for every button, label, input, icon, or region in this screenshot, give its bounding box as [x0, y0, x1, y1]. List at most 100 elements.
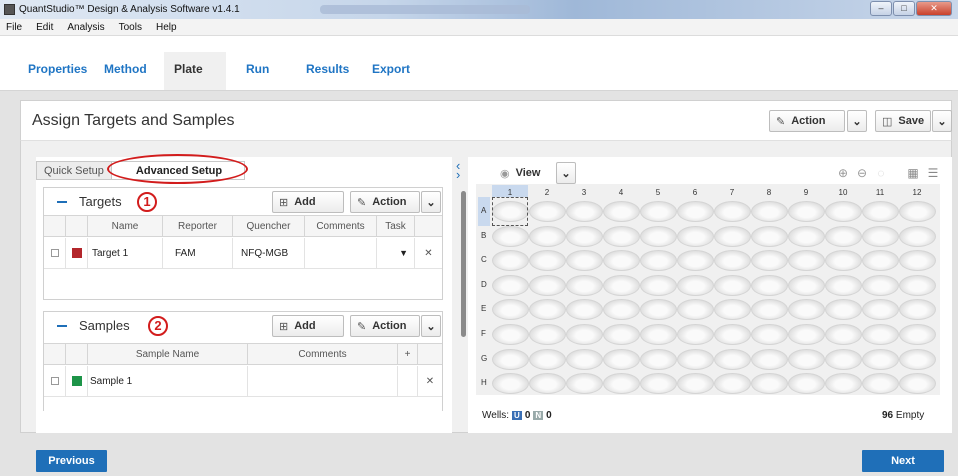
plate-row-header-D[interactable]: D [481, 280, 487, 289]
grid-view-icon[interactable]: ▦ [905, 165, 921, 181]
well-G2[interactable] [529, 348, 566, 370]
page-action-button[interactable]: ✎ Action [769, 110, 845, 132]
tab-export[interactable]: Export [372, 62, 410, 76]
well-D10[interactable] [825, 274, 862, 296]
plate-column-header-10[interactable]: 10 [825, 188, 861, 197]
well-D12[interactable] [899, 274, 936, 296]
tab-results[interactable]: Results [306, 62, 349, 76]
targets-action-button[interactable]: ✎ Action [350, 191, 420, 213]
well-D4[interactable] [603, 274, 640, 296]
well-F7[interactable] [714, 324, 751, 345]
table-row[interactable]: Target 1 FAM NFQ-MGB ▼ ✕ [44, 238, 442, 269]
well-D8[interactable] [751, 274, 788, 296]
well-A2[interactable] [529, 201, 566, 222]
well-F9[interactable] [788, 324, 825, 345]
menu-help[interactable]: Help [156, 22, 177, 33]
menu-edit[interactable]: Edit [36, 22, 53, 33]
well-G8[interactable] [751, 348, 788, 370]
plate-column-header-3[interactable]: 3 [566, 188, 602, 197]
task-dropdown[interactable]: ▼ [377, 238, 415, 268]
view-button[interactable]: ◉ View [494, 162, 554, 184]
well-G12[interactable] [899, 348, 936, 370]
well-D5[interactable] [640, 274, 677, 296]
well-B11[interactable] [862, 225, 899, 247]
scrollbar[interactable] [461, 191, 466, 337]
samples-action-dropdown[interactable]: ⌄ [421, 315, 441, 337]
well-B1[interactable] [492, 225, 529, 247]
plate-row-header-E[interactable]: E [481, 304, 486, 313]
delete-target-button[interactable]: ✕ [415, 238, 442, 268]
well-B4[interactable] [603, 225, 640, 247]
well-F1[interactable] [492, 324, 529, 345]
well-D7[interactable] [714, 274, 751, 296]
target-color-swatch[interactable] [71, 248, 82, 258]
target-comments-cell[interactable] [305, 238, 377, 268]
sample-comments-cell[interactable] [248, 366, 398, 396]
well-B6[interactable] [677, 225, 714, 247]
column-comments[interactable]: Comments [305, 216, 377, 236]
reset-zoom-icon[interactable]: ◌ [873, 165, 889, 181]
plate-column-header-12[interactable]: 12 [899, 188, 935, 197]
plate-column-header-6[interactable]: 6 [677, 188, 713, 197]
well-A6[interactable] [677, 201, 714, 222]
well-D2[interactable] [529, 274, 566, 296]
well-B5[interactable] [640, 225, 677, 247]
samples-action-button[interactable]: ✎ Action [350, 315, 420, 337]
well-G6[interactable] [677, 348, 714, 370]
well-G5[interactable] [640, 348, 677, 370]
column-sample-name[interactable]: Sample Name [88, 344, 248, 364]
well-A3[interactable] [566, 201, 603, 222]
well-A5[interactable] [640, 201, 677, 222]
well-F3[interactable] [566, 324, 603, 345]
column-comments[interactable]: Comments [248, 344, 398, 364]
plate-row-header-C[interactable]: C [481, 255, 487, 264]
targets-add-button[interactable]: ⊞ Add [272, 191, 344, 213]
samples-add-button[interactable]: ⊞ Add [272, 315, 344, 337]
collapse-icon[interactable] [57, 324, 67, 327]
well-A11[interactable] [862, 201, 899, 222]
targets-action-dropdown[interactable]: ⌄ [421, 191, 441, 213]
page-action-dropdown[interactable]: ⌄ [847, 110, 867, 132]
tab-properties[interactable]: Properties [28, 62, 87, 76]
zoom-out-icon[interactable]: ⊖ [854, 165, 870, 181]
well-B7[interactable] [714, 225, 751, 247]
plate-column-header-4[interactable]: 4 [603, 188, 639, 197]
list-view-icon[interactable]: ☰ [925, 165, 941, 181]
minimize-icon[interactable]: – [870, 1, 892, 16]
plate-row-header-H[interactable]: H [481, 378, 487, 387]
well-B3[interactable] [566, 225, 603, 247]
well-A9[interactable] [788, 201, 825, 222]
well-F10[interactable] [825, 324, 862, 345]
well-G4[interactable] [603, 348, 640, 370]
plate-row-header-G[interactable]: G [481, 354, 487, 363]
well-F4[interactable] [603, 324, 640, 345]
tab-quick-setup[interactable]: Quick Setup [36, 161, 112, 180]
well-D6[interactable] [677, 274, 714, 296]
well-F12[interactable] [899, 324, 936, 345]
sample-name-cell[interactable]: Sample 1 [88, 366, 248, 396]
well-G3[interactable] [566, 348, 603, 370]
tab-method[interactable]: Method [104, 62, 147, 76]
well-D3[interactable] [566, 274, 603, 296]
tab-run[interactable]: Run [246, 62, 269, 76]
well-A7[interactable] [714, 201, 751, 222]
menu-file[interactable]: File [6, 22, 22, 33]
plate-column-header-7[interactable]: 7 [714, 188, 750, 197]
plate-row-header-B[interactable]: B [481, 231, 486, 240]
well-A12[interactable] [899, 201, 936, 222]
well-B12[interactable] [899, 225, 936, 247]
plate-column-header-11[interactable]: 11 [862, 188, 898, 197]
plate-column-header-9[interactable]: 9 [788, 188, 824, 197]
menu-tools[interactable]: Tools [119, 22, 142, 33]
column-name[interactable]: Name [88, 216, 163, 236]
row-checkbox[interactable] [50, 249, 59, 257]
well-G7[interactable] [714, 348, 751, 370]
column-quencher[interactable]: Quencher [233, 216, 305, 236]
column-task[interactable]: Task [377, 216, 415, 236]
save-dropdown[interactable]: ⌄ [932, 110, 952, 132]
row-checkbox[interactable] [50, 377, 59, 385]
well-B9[interactable] [788, 225, 825, 247]
view-dropdown[interactable]: ⌄ [556, 162, 576, 184]
collapse-icon[interactable] [57, 200, 67, 203]
well-F5[interactable] [640, 324, 677, 345]
